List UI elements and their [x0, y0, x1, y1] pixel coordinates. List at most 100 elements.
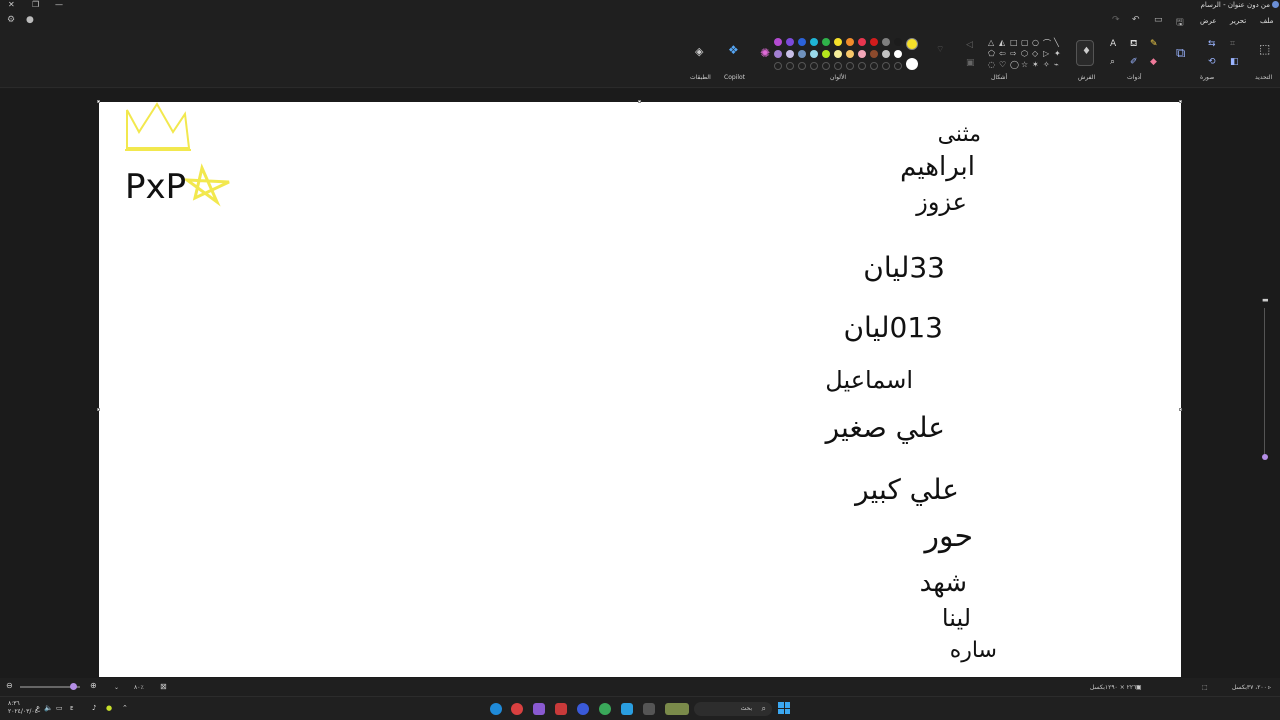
palette-swatch[interactable] — [834, 38, 842, 46]
app-news-icon[interactable] — [555, 703, 567, 715]
custom-color-slot[interactable] — [894, 62, 902, 70]
custom-color-slot[interactable] — [786, 62, 794, 70]
custom-color-slot[interactable] — [774, 62, 782, 70]
palette-swatch[interactable] — [822, 50, 830, 58]
resize-handle-middle-left[interactable] — [97, 408, 100, 411]
game-thumbnail-icon[interactable] — [665, 703, 689, 715]
save-icon[interactable]: 🖫 — [1176, 15, 1184, 31]
layers-icon[interactable]: ◈ — [695, 45, 703, 58]
palette-swatch[interactable] — [858, 50, 866, 58]
diamond-shape-icon[interactable]: ◇ — [1032, 49, 1038, 58]
app-purple-icon[interactable] — [533, 703, 545, 715]
triangle-shape-icon[interactable]: ▷ — [1043, 49, 1049, 58]
arrow-right-shape-icon[interactable]: ⇨ — [1010, 49, 1017, 58]
resize-icon[interactable]: ⇆ — [1208, 39, 1216, 49]
pencil-icon[interactable]: ✎ — [1150, 39, 1158, 49]
app-red-icon[interactable] — [511, 703, 523, 715]
palette-swatch[interactable] — [882, 50, 890, 58]
open-file-icon[interactable]: ▭ — [1154, 15, 1163, 25]
settings-gear-icon[interactable]: ⚙ — [7, 15, 15, 25]
star6-shape-icon[interactable]: ✶ — [1032, 60, 1039, 69]
oval-shape-icon[interactable]: ○ — [1032, 38, 1039, 47]
fit-to-window-icon[interactable]: ⊠ — [160, 682, 167, 691]
pentagon-shape-icon[interactable]: ⬠ — [988, 49, 995, 58]
brush-button[interactable]: ♦ — [1076, 40, 1094, 66]
custom-color-slot[interactable] — [858, 62, 866, 70]
custom-color-slot[interactable] — [882, 62, 890, 70]
eraser-icon[interactable]: ◆ — [1150, 57, 1157, 67]
custom-color-slot[interactable] — [846, 62, 854, 70]
palette-swatch[interactable] — [774, 38, 782, 46]
star4-shape-icon[interactable]: ✦ — [1054, 49, 1061, 58]
diagonal-line-icon[interactable]: ╲ — [1054, 38, 1059, 47]
palette-swatch[interactable] — [846, 50, 854, 58]
zoom-level[interactable]: ٨٠٪ — [134, 684, 144, 691]
hexagon-shape-icon[interactable]: ⬡ — [1021, 49, 1028, 58]
account-icon[interactable]: ● — [26, 15, 34, 25]
palette-swatch[interactable] — [786, 50, 794, 58]
callout-shape-icon[interactable]: ◌ — [988, 60, 995, 69]
mic-icon[interactable]: ♪ — [92, 704, 96, 712]
palette-swatch[interactable] — [822, 38, 830, 46]
file-explorer-icon[interactable] — [643, 703, 655, 715]
restore-window-button[interactable]: ❐ — [32, 0, 39, 9]
palette-swatch[interactable] — [810, 50, 818, 58]
edge-browser-icon[interactable] — [490, 703, 502, 715]
palette-swatch[interactable] — [882, 38, 890, 46]
taskbar-search-box[interactable]: بحث ⌕ — [694, 702, 772, 716]
star8-shape-icon[interactable]: ✧ — [1043, 60, 1050, 69]
star-shape-icon[interactable]: ☆ — [1021, 60, 1028, 69]
speech-shape-icon[interactable]: ◯ — [1010, 60, 1019, 69]
custom-color-slot[interactable] — [870, 62, 878, 70]
close-window-button[interactable]: ✕ — [8, 0, 15, 9]
polygon-shape-icon[interactable]: ⌒ — [1043, 38, 1051, 49]
outline-icon[interactable]: ◁ — [966, 40, 973, 50]
palette-swatch[interactable] — [894, 38, 902, 46]
language-indicator[interactable]: ع — [36, 704, 40, 712]
line-shape-icon[interactable]: △ — [988, 38, 994, 47]
windows-start-button[interactable] — [778, 702, 790, 714]
resize-handle-middle-right[interactable] — [1179, 408, 1182, 411]
volume-icon[interactable]: 🔈 — [44, 704, 53, 712]
drawing-canvas[interactable]: PxP مثنى ابراهيم عزوز 33ليان 013ليان اسماعيل ع… — [99, 102, 1181, 677]
magnifier-icon[interactable]: ⌕ — [1110, 57, 1115, 67]
flip-icon[interactable]: ◧ — [1230, 57, 1239, 67]
custom-color-slot[interactable] — [798, 62, 806, 70]
edit-colors-icon[interactable]: ✺ — [760, 46, 770, 60]
palette-swatch[interactable] — [786, 38, 794, 46]
selection-icon[interactable]: ⬚ — [1259, 42, 1270, 56]
zoom-dropdown-icon[interactable]: ⌄ — [114, 684, 119, 691]
tray-overflow-icon[interactable]: ⌃ — [122, 704, 128, 712]
tray-app-icon[interactable]: ● — [106, 704, 112, 712]
menu-edit[interactable]: تحرير — [1230, 17, 1246, 25]
lightning-shape-icon[interactable]: ⌁ — [1054, 60, 1059, 69]
zoom-slider-thumb[interactable] — [70, 683, 77, 690]
zoom-in-icon[interactable]: ⊕ — [90, 681, 97, 690]
chrome-icon[interactable] — [599, 703, 611, 715]
shape-more-icon[interactable]: ⌔ — [936, 44, 944, 55]
palette-swatch[interactable] — [858, 38, 866, 46]
zoom-out-icon[interactable]: ⊖ — [6, 681, 13, 690]
redo-icon[interactable]: ↷ — [1112, 15, 1120, 25]
telegram-icon[interactable] — [621, 703, 633, 715]
copilot-icon[interactable]: ❖ — [728, 43, 739, 57]
rotate-icon[interactable]: ⟲ — [1208, 57, 1216, 67]
primary-color-swatch[interactable] — [906, 38, 918, 50]
notifications-icon[interactable]: ᴇ — [70, 704, 73, 712]
text-icon[interactable]: A — [1110, 39, 1116, 49]
custom-color-slot[interactable] — [834, 62, 842, 70]
curve-shape-icon[interactable]: ◭ — [999, 38, 1005, 47]
fill-icon[interactable]: ⛾ — [1130, 39, 1137, 50]
menu-file[interactable]: ملف — [1260, 17, 1273, 25]
undo-icon[interactable]: ↶ — [1132, 15, 1140, 25]
image-select-icon[interactable]: ⧉ — [1176, 46, 1185, 61]
resize-handle-top-left[interactable] — [97, 100, 100, 103]
custom-color-slot[interactable] — [810, 62, 818, 70]
palette-swatch[interactable] — [774, 50, 782, 58]
slider-thumb[interactable] — [1262, 454, 1268, 460]
crop-icon[interactable]: ⌗ — [1230, 39, 1235, 49]
palette-swatch[interactable] — [810, 38, 818, 46]
palette-swatch[interactable] — [870, 50, 878, 58]
custom-color-slot[interactable] — [822, 62, 830, 70]
arrow-left-shape-icon[interactable]: ⇦ — [999, 49, 1006, 58]
